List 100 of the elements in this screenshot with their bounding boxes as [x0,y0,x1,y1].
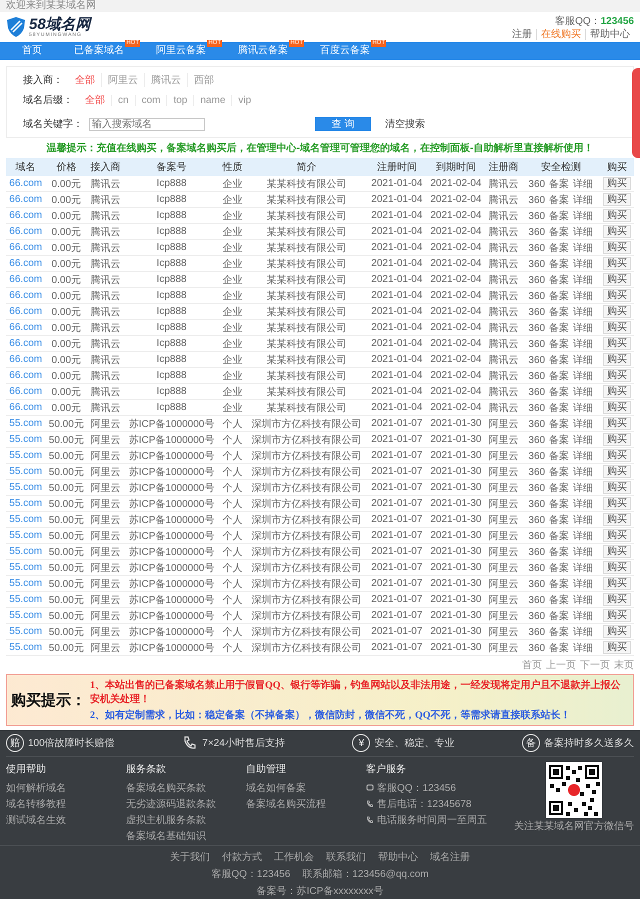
detail-link[interactable]: 详细 [573,578,594,590]
detail-link[interactable]: 详细 [573,610,594,622]
buy-button[interactable]: 购买 [602,609,631,622]
domain-link[interactable]: 66.com [9,386,42,397]
domain-link[interactable]: 55.com [9,514,42,525]
domain-link[interactable]: 66.com [9,402,42,413]
filter-option[interactable]: 西部 [187,73,220,87]
buy-button[interactable]: 购买 [602,289,631,302]
filter-option[interactable]: cn [111,94,135,106]
filing-link[interactable]: 备案 [549,226,570,238]
detail-link[interactable]: 详细 [573,242,594,254]
filing-link[interactable]: 备案 [549,530,570,542]
filing-link[interactable]: 备案 [549,258,570,270]
domain-link[interactable]: 66.com [9,226,42,237]
filing-link[interactable]: 备案 [549,370,570,382]
detail-link[interactable]: 详细 [573,450,594,462]
footer-link[interactable]: 测试域名生效 [6,813,122,827]
domain-link[interactable]: 66.com [9,290,42,301]
filing-link[interactable]: 备案 [549,450,570,462]
detail-link[interactable]: 详细 [573,514,594,526]
filing-link[interactable]: 备案 [549,546,570,558]
domain-link[interactable]: 55.com [9,562,42,573]
footer-link[interactable]: 备案域名购买流程 [246,797,362,811]
filing-link[interactable]: 备案 [549,482,570,494]
footer-link[interactable]: 如何解析域名 [6,781,122,795]
filing-link[interactable]: 备案 [549,178,570,190]
buy-button[interactable]: 购买 [602,513,631,526]
detail-link[interactable]: 详细 [573,354,594,366]
filter-option[interactable]: 阿里云 [101,73,144,87]
detail-link[interactable]: 详细 [573,594,594,606]
detail-link[interactable]: 详细 [573,306,594,318]
filing-link[interactable]: 备案 [549,354,570,366]
nav-link[interactable]: 首页 [6,42,58,60]
domain-link[interactable]: 66.com [9,242,42,253]
search-button[interactable]: 查 询 [315,117,371,131]
domain-link[interactable]: 55.com [9,482,42,493]
footer-link[interactable]: 域名如何备案 [246,781,362,795]
header-link[interactable]: 帮助中心 [585,29,634,40]
filing-link[interactable]: 备案 [549,322,570,334]
filing-link[interactable]: 备案 [549,402,570,414]
filing-link[interactable]: 备案 [549,386,570,398]
domain-link[interactable]: 55.com [9,594,42,605]
domain-link[interactable]: 55.com [9,434,42,445]
detail-link[interactable]: 详细 [573,274,594,286]
buy-button[interactable]: 购买 [602,321,631,334]
footer-link[interactable]: 关于我们 [170,850,210,864]
buy-button[interactable]: 购买 [602,465,631,478]
detail-link[interactable]: 详细 [573,530,594,542]
buy-button[interactable]: 购买 [602,257,631,270]
domain-link[interactable]: 66.com [9,258,42,269]
detail-link[interactable]: 详细 [573,290,594,302]
buy-button[interactable]: 购买 [602,177,631,190]
filing-link[interactable]: 备案 [549,514,570,526]
buy-button[interactable]: 购买 [602,433,631,446]
buy-button[interactable]: 购买 [602,449,631,462]
buy-button[interactable]: 购买 [602,337,631,350]
footer-link[interactable]: 付款方式 [222,850,262,864]
domain-link[interactable]: 66.com [9,178,42,189]
buy-button[interactable]: 购买 [602,545,631,558]
filing-link[interactable]: 备案 [549,594,570,606]
filing-link[interactable]: 备案 [549,194,570,206]
clear-search-link[interactable]: 清空搜索 [385,117,425,131]
domain-link[interactable]: 55.com [9,642,42,653]
buy-button[interactable]: 购买 [602,481,631,494]
domain-link[interactable]: 55.com [9,610,42,621]
filing-link[interactable]: 备案 [549,562,570,574]
detail-link[interactable]: 详细 [573,498,594,510]
domain-link[interactable]: 55.com [9,530,42,541]
detail-link[interactable]: 详细 [573,562,594,574]
detail-link[interactable]: 详细 [573,322,594,334]
search-field[interactable]: 输入搜索域名 [89,118,205,130]
detail-link[interactable]: 详细 [573,482,594,494]
filing-link[interactable]: 备案 [549,242,570,254]
filter-option[interactable]: vip [231,94,258,106]
filing-link[interactable]: 备案 [549,642,570,654]
footer-link[interactable]: 工作机会 [274,850,314,864]
buy-button[interactable]: 购买 [602,401,631,414]
filing-link[interactable]: 备案 [549,466,570,478]
detail-link[interactable]: 详细 [573,386,594,398]
detail-link[interactable]: 详细 [573,642,594,654]
filing-link[interactable]: 备案 [549,290,570,302]
domain-link[interactable]: 66.com [9,194,42,205]
footer-link[interactable]: 域名转移教程 [6,797,122,811]
detail-link[interactable]: 详细 [573,178,594,190]
filter-option[interactable]: 全部 [79,93,111,107]
detail-link[interactable]: 详细 [573,418,594,430]
filing-link[interactable]: 备案 [549,210,570,222]
filing-link[interactable]: 备案 [549,274,570,286]
footer-link[interactable]: 帮助中心 [378,850,418,864]
buy-button[interactable]: 购买 [602,209,631,222]
detail-link[interactable]: 详细 [573,338,594,350]
detail-link[interactable]: 详细 [573,370,594,382]
buy-button[interactable]: 购买 [602,561,631,574]
footer-link[interactable]: 备案域名购买条款 [126,781,242,795]
detail-link[interactable]: 详细 [573,226,594,238]
footer-link[interactable]: 域名注册 [430,850,470,864]
filing-link[interactable]: 备案 [549,610,570,622]
detail-link[interactable]: 详细 [573,258,594,270]
filing-link[interactable]: 备案 [549,578,570,590]
buy-button[interactable]: 购买 [602,305,631,318]
